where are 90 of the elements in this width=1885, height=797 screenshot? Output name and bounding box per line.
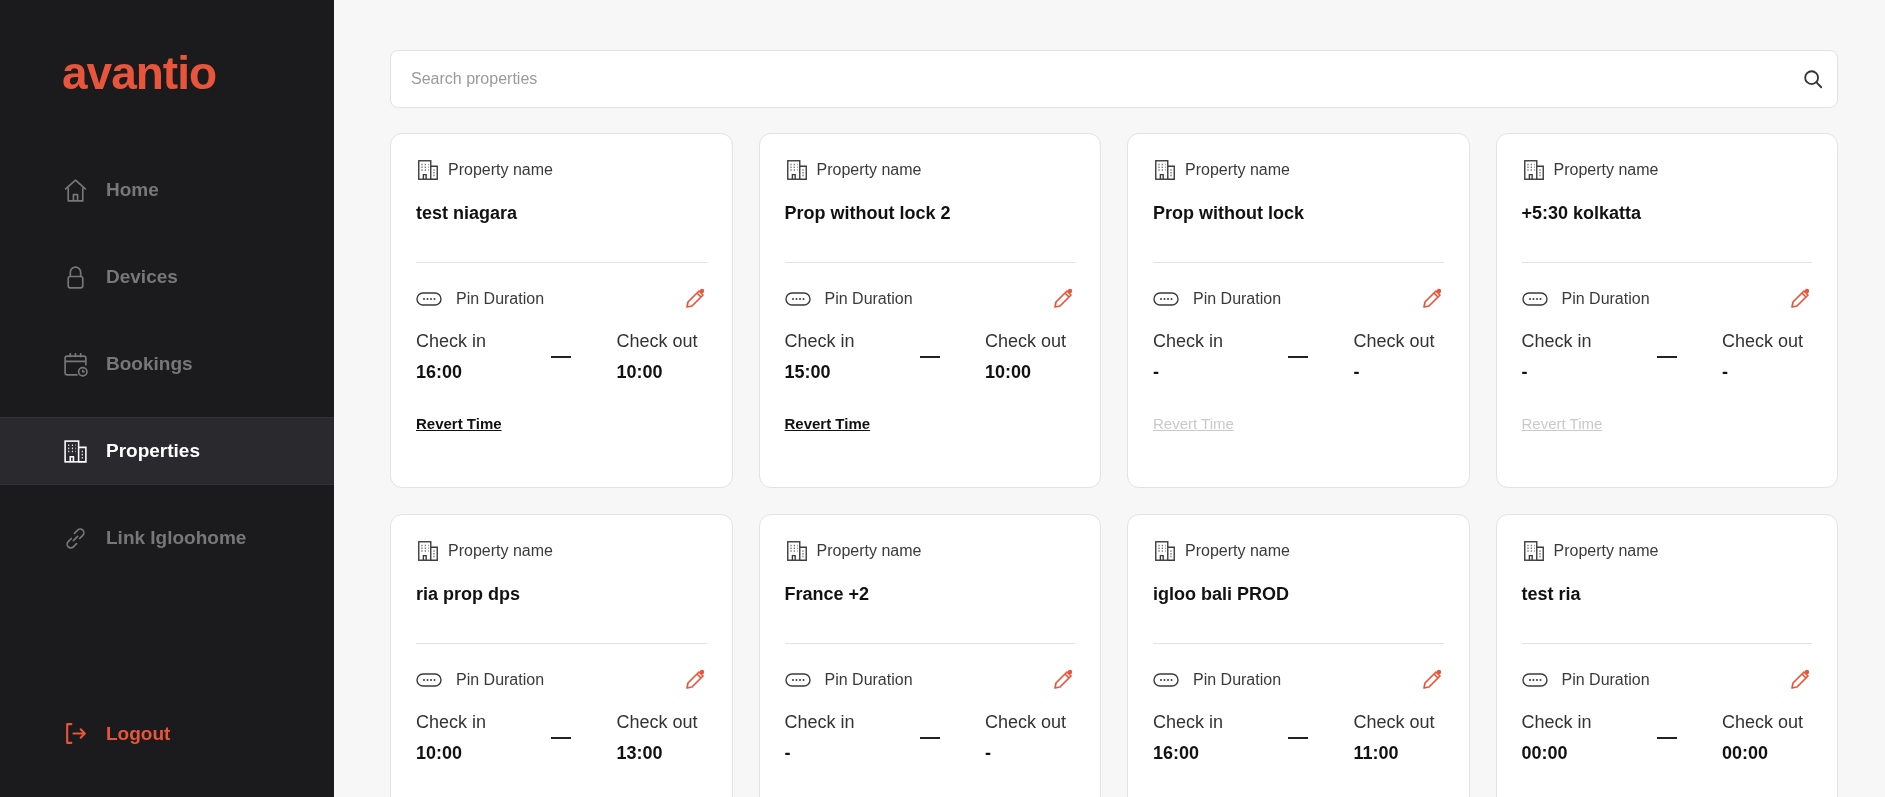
check-out-label: Check out [1722,712,1805,733]
check-in-time: - [1521,362,1529,383]
property-name: France +2 [784,584,871,605]
property-name: +5:30 kolkatta [1521,203,1643,224]
check-in-time: - [784,743,792,764]
property-label: Property name [1553,542,1659,560]
calendar-clock-icon [62,350,89,378]
pin-icon [1521,291,1548,307]
check-out-time: - [985,743,992,764]
check-in-label: Check in [1153,712,1225,733]
property-label: Property name [1185,161,1290,179]
check-out-time: 10:00 [616,362,664,383]
property-label: Property name [1185,542,1290,560]
check-in-label: Check in [784,712,856,733]
property-label: Property name [816,542,922,560]
check-in-time: 16:00 [1153,743,1201,764]
nav-item[interactable]: Devices [0,243,334,311]
check-in-time: - [1153,362,1160,383]
property-label: Property name [816,161,922,179]
property-label: Property name [448,161,553,179]
nav-item[interactable]: Link Igloohome [0,504,334,572]
building-icon [416,539,440,563]
building-icon [1521,158,1546,182]
check-out-label: Check out [1722,331,1805,352]
check-in-time: 15:00 [784,362,832,383]
pin-duration-label: Pin Duration [1561,290,1650,308]
check-in-label: Check in [1153,331,1225,352]
pin-duration-label: Pin Duration [1561,671,1650,689]
pin-icon [784,291,811,307]
check-out-label: Check out [1353,712,1436,733]
search-field[interactable]: Search properties [390,50,1838,108]
pencil-icon[interactable] [1788,287,1812,311]
pin-duration-label: Pin Duration [1193,290,1282,308]
check-out-label: Check out [616,331,699,352]
pencil-icon[interactable] [1051,668,1075,692]
building-icon [784,158,809,182]
check-out-label: Check out [985,712,1068,733]
pin-icon [416,291,442,307]
check-in-label: Check in [416,712,488,733]
check-out-time: 00:00 [1722,743,1770,764]
check-in-time: 00:00 [1521,743,1569,764]
check-out-label: Check out [1353,331,1436,352]
property-name: Prop without lock 2 [784,203,952,224]
check-out-time: 11:00 [1353,743,1400,764]
pin-icon [1153,672,1179,688]
check-in-label: Check in [784,331,856,352]
pin-icon [784,672,811,688]
check-in-time: 10:00 [416,743,464,764]
nav-item[interactable]: Properties [0,417,334,485]
check-out-label: Check out [985,331,1068,352]
check-out-time: 13:00 [616,743,664,764]
property-name: igloo bali PROD [1153,584,1290,605]
check-out-time: - [1353,362,1361,383]
logout-button[interactable]: Logout [0,720,334,747]
building-icon [1153,539,1177,563]
building-icon [62,437,89,465]
building-icon [1521,539,1546,563]
pin-duration-label: Pin Duration [824,290,913,308]
check-in-label: Check in [416,331,488,352]
pin-duration-label: Pin Duration [456,671,545,689]
revert-time-link[interactable]: Revert Time [416,415,502,432]
search-icon[interactable] [1802,68,1824,90]
building-icon [784,539,809,563]
pencil-icon[interactable] [1788,668,1812,692]
check-in-label: Check in [1521,712,1593,733]
check-out-time: - [1722,362,1729,383]
nav-item[interactable]: Home [0,156,334,224]
check-out-time: 10:00 [985,362,1033,383]
pin-icon [416,672,442,688]
pin-duration-label: Pin Duration [1193,671,1282,689]
avantio-logo: avantio [62,50,217,96]
nav-item[interactable]: Bookings [0,330,334,398]
check-out-label: Check out [616,712,699,733]
revert-time-link[interactable]: Revert Time [784,415,871,432]
pencil-icon[interactable] [1051,287,1075,311]
property-name: ria prop dps [416,584,521,605]
building-icon [1153,158,1177,182]
pin-duration-label: Pin Duration [456,290,545,308]
property-name: Prop without lock [1153,203,1305,224]
property-name: test niagara [416,203,519,224]
building-icon [416,158,440,182]
check-in-time: 16:00 [416,362,464,383]
check-in-label: Check in [1521,331,1593,352]
pin-icon [1521,672,1548,688]
property-name: test ria [1521,584,1582,605]
home-icon [62,176,89,204]
property-label: Property name [1553,161,1659,179]
pin-duration-label: Pin Duration [824,671,913,689]
property-label: Property name [448,542,553,560]
pin-icon [1153,291,1179,307]
